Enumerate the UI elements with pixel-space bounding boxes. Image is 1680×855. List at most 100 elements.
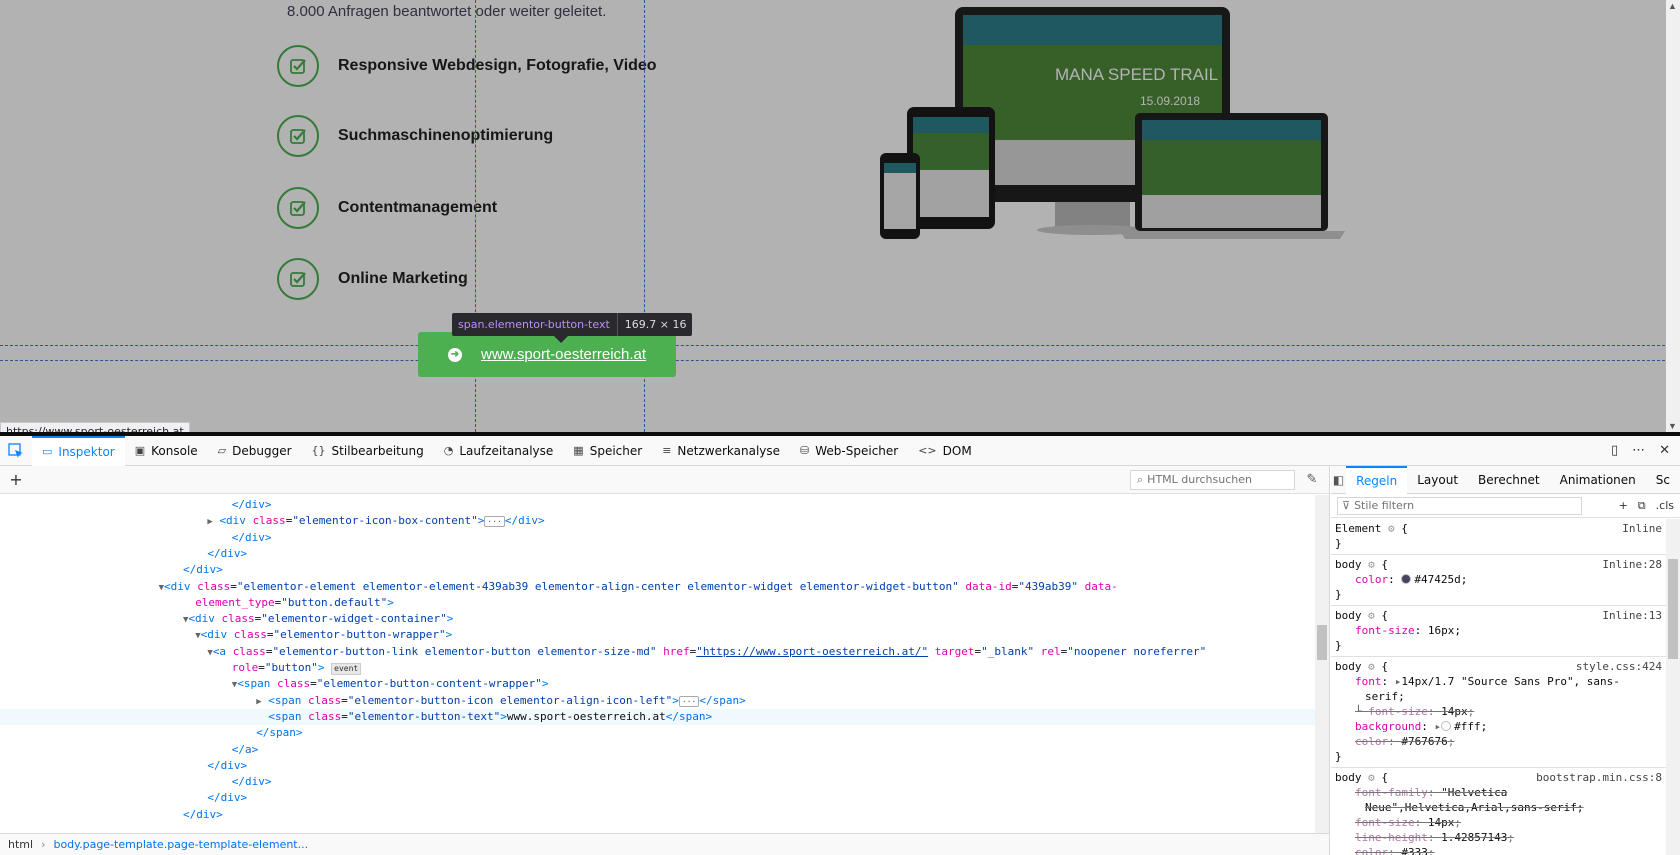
rules-scrollbar[interactable] bbox=[1666, 519, 1680, 855]
devtools-panel: ▭ Inspektor ▣ Konsole ▱ Debugger {} Stilbearbei… bbox=[0, 432, 1680, 855]
scroll-down-icon[interactable]: ▼ bbox=[1668, 421, 1677, 431]
tab-web-speicher[interactable]: ⛁ Web-Speicher bbox=[790, 436, 908, 466]
gear-icon[interactable]: ⚙ bbox=[1368, 608, 1375, 623]
css-declaration[interactable]: color: #767676; bbox=[1335, 734, 1662, 749]
color-swatch[interactable] bbox=[1401, 574, 1412, 584]
sidebar-tab[interactable]: Regeln bbox=[1346, 465, 1408, 494]
markup-node[interactable]: </div> bbox=[0, 530, 1315, 546]
storage-icon: ⛁ bbox=[800, 444, 810, 457]
markup-node[interactable]: </a> bbox=[0, 742, 1315, 758]
pseudo-class-toggle-icon[interactable]: ⧉ bbox=[1638, 499, 1646, 513]
tab-label: Laufzeitanalyse bbox=[459, 443, 554, 458]
css-declaration[interactable]: font-size: 14px; bbox=[1335, 815, 1662, 830]
scroll-up-icon[interactable]: ▲ bbox=[1668, 1, 1677, 11]
color-swatch[interactable] bbox=[1441, 721, 1452, 731]
tab-stilbearbeitung[interactable]: {} Stilbearbeitung bbox=[302, 436, 434, 466]
gear-icon[interactable]: ⚙ bbox=[1388, 521, 1395, 536]
markup-node[interactable]: ▼<div class="elementor-button-wrapper"> bbox=[0, 627, 1315, 643]
cls-toggle[interactable]: .cls bbox=[1656, 499, 1674, 513]
tooltip-arrow bbox=[554, 336, 568, 343]
markup-node[interactable]: </div> bbox=[0, 562, 1315, 578]
gear-icon[interactable]: ⚙ bbox=[1368, 557, 1375, 572]
close-devtools-icon[interactable]: ✕ bbox=[1659, 443, 1670, 458]
add-rule-icon[interactable]: + bbox=[1619, 499, 1628, 513]
markup-node[interactable]: element_type="button.default"> bbox=[0, 595, 1315, 611]
gear-icon[interactable]: ⚙ bbox=[1368, 770, 1375, 785]
css-declaration[interactable]: font-size: 16px; bbox=[1335, 623, 1662, 638]
breadcrumb-separator-icon: › bbox=[41, 838, 46, 851]
tab-speicher[interactable]: ▦ Speicher bbox=[563, 436, 652, 466]
tab-konsole[interactable]: ▣ Konsole bbox=[125, 436, 208, 466]
css-declaration[interactable]: font-family: "Helvetica bbox=[1335, 785, 1662, 800]
highlight-guide-top bbox=[0, 345, 1680, 346]
tab-laufzeitanalyse[interactable]: ◔ Laufzeitanalyse bbox=[434, 436, 564, 466]
tab-debugger[interactable]: ▱ Debugger bbox=[208, 436, 302, 466]
markup-node[interactable]: ▼<div class="elementor-widget-container"… bbox=[0, 611, 1315, 627]
rule-selector[interactable]: body bbox=[1335, 659, 1362, 674]
gear-icon[interactable]: ⚙ bbox=[1368, 659, 1375, 674]
markup-tree: </div> ▶ <div class="elementor-icon-box-c… bbox=[0, 495, 1315, 833]
markup-node-selected[interactable]: <span class="elementor-button-text">www.… bbox=[0, 708, 1315, 725]
markup-node[interactable]: ▼<div class="elementor-element elementor… bbox=[0, 579, 1315, 595]
css-declaration[interactable]: └ font-size: 14px; bbox=[1335, 704, 1662, 719]
rule-selector[interactable]: Element bbox=[1335, 521, 1381, 536]
more-options-icon[interactable]: ⋯ bbox=[1632, 443, 1645, 458]
rule-source[interactable]: style.css:424 bbox=[1576, 659, 1662, 674]
breadcrumb-html[interactable]: html bbox=[8, 838, 33, 851]
website-cta-button[interactable]: ➜ www.sport-oesterreich.at bbox=[418, 332, 676, 377]
dock-icon[interactable]: ▯ bbox=[1611, 443, 1618, 458]
css-rule: body ⚙ {style.css:424 font: ▸14px/1.7 "So… bbox=[1331, 657, 1666, 768]
markup-node[interactable]: ▶ <span class="elementor-button-icon ele… bbox=[0, 693, 1315, 709]
image-date: 15.09.2018 bbox=[1140, 94, 1200, 108]
css-rule: body ⚙ {bootstrap.min.css:8 font-family: … bbox=[1331, 768, 1666, 855]
tooltip-selector: span.elementor-button-text bbox=[458, 318, 610, 331]
markup-node[interactable]: ▼<span class="elementor-button-content-w… bbox=[0, 676, 1315, 692]
markup-node[interactable]: </div> bbox=[0, 497, 1315, 513]
sidebar-tab[interactable]: Layout bbox=[1407, 466, 1468, 494]
markup-node[interactable]: </div> bbox=[0, 790, 1315, 806]
css-rule: Element ⚙ {Inline} bbox=[1331, 519, 1666, 555]
element-picker-icon[interactable] bbox=[0, 436, 32, 466]
markup-scrollbar[interactable] bbox=[1315, 495, 1329, 833]
markup-node[interactable]: </span> bbox=[0, 725, 1315, 741]
dom-icon: <> bbox=[918, 444, 937, 457]
tab-label: DOM bbox=[942, 443, 972, 458]
css-declaration[interactable]: color: #47425d; bbox=[1335, 572, 1662, 587]
markup-node[interactable]: </div> bbox=[0, 546, 1315, 562]
tab-label: Speicher bbox=[589, 443, 643, 458]
eyedropper-icon[interactable]: ✎ bbox=[1295, 472, 1329, 487]
rule-source[interactable]: Inline:28 bbox=[1602, 557, 1662, 572]
sidebar-tab[interactable]: Sc bbox=[1646, 466, 1680, 494]
markup-node[interactable]: </div> bbox=[0, 758, 1315, 774]
rule-source[interactable]: Inline bbox=[1622, 521, 1662, 536]
style-filter-input[interactable]: ⊽ Stile filtern bbox=[1337, 496, 1582, 515]
tab-netzwerkanalyse[interactable]: ≡ Netzwerkanalyse bbox=[652, 436, 790, 466]
css-declaration[interactable]: color: #333; bbox=[1335, 845, 1662, 855]
rule-selector[interactable]: body bbox=[1335, 557, 1362, 572]
rule-source[interactable]: bootstrap.min.css:8 bbox=[1536, 770, 1662, 785]
rule-selector[interactable]: body bbox=[1335, 770, 1362, 785]
markup-node[interactable]: ▶ <div class="elementor-icon-box-content… bbox=[0, 513, 1315, 529]
markup-node[interactable]: </div> bbox=[0, 774, 1315, 790]
rule-selector[interactable]: body bbox=[1335, 608, 1362, 623]
toggle-sidebar-icon[interactable]: ◧ bbox=[1331, 473, 1346, 487]
sidebar-tab[interactable]: Animationen bbox=[1550, 466, 1646, 494]
page-scrollbar[interactable]: ▲ ▼ bbox=[1666, 0, 1680, 432]
tab-label: Konsole bbox=[151, 443, 198, 458]
css-declaration[interactable]: background: ▸ #fff; bbox=[1335, 719, 1662, 734]
html-search-input[interactable]: ⌕ HTML durchsuchen bbox=[1130, 469, 1295, 490]
markup-node[interactable]: </div> bbox=[0, 807, 1315, 823]
markup-node[interactable]: ▼<a class="elementor-button-link element… bbox=[0, 644, 1315, 660]
sidebar-tab[interactable]: Berechnet bbox=[1468, 466, 1550, 494]
tab-dom[interactable]: <> DOM bbox=[908, 436, 981, 466]
tab-label: Netzwerkanalyse bbox=[677, 443, 781, 458]
add-node-icon[interactable]: + bbox=[0, 470, 32, 489]
intro-text: 8.000 Anfragen beantwortet oder weiter g… bbox=[287, 3, 607, 20]
debugger-icon: ▱ bbox=[217, 444, 227, 457]
tab-inspektor[interactable]: ▭ Inspektor bbox=[32, 435, 125, 466]
rule-source[interactable]: Inline:13 bbox=[1602, 608, 1662, 623]
css-declaration[interactable]: line-height: 1.42857143; bbox=[1335, 830, 1662, 845]
markup-node[interactable]: role="button"> event bbox=[0, 660, 1315, 676]
breadcrumb-body[interactable]: body.page-template.page-template-element… bbox=[53, 838, 308, 851]
css-declaration[interactable]: font: ▸14px/1.7 "Source Sans Pro", sans- bbox=[1335, 674, 1662, 689]
